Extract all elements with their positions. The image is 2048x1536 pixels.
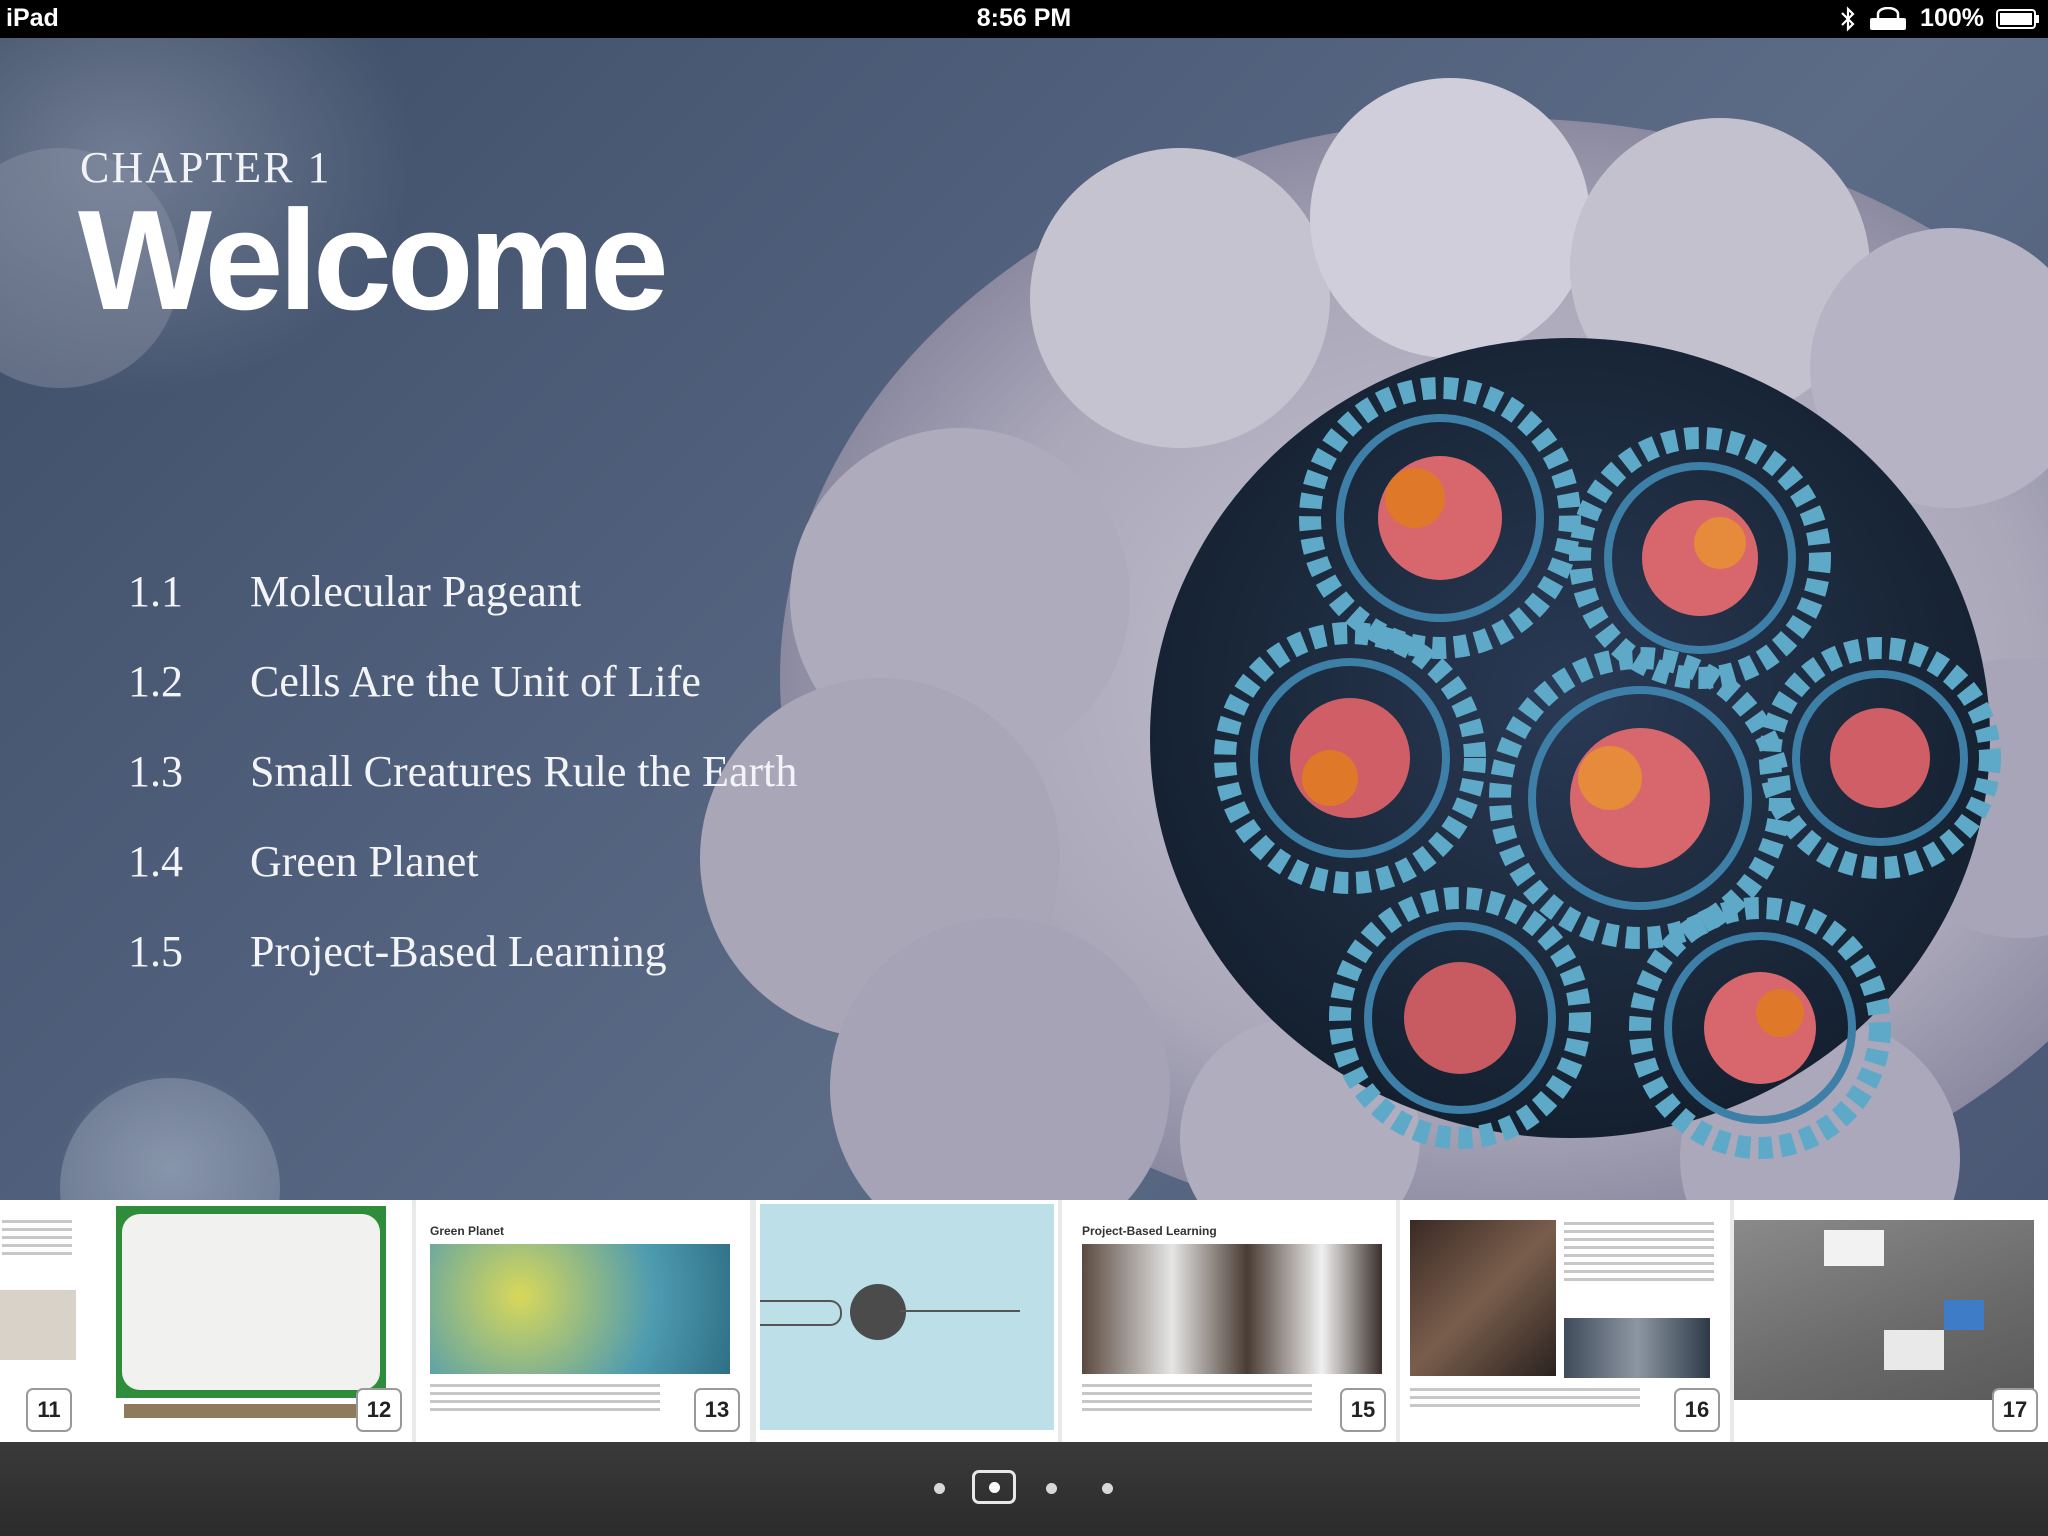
toc-title: Project-Based Learning — [250, 926, 667, 976]
thumbnail-page-11[interactable]: 11 — [0, 1200, 82, 1442]
toc-number: 1.4 — [128, 836, 183, 886]
thumbnail-page-17[interactable]: 17 — [1734, 1200, 2048, 1442]
status-time: 8:56 PM — [976, 4, 1072, 32]
thumbnail-page-16[interactable]: 16 — [1400, 1200, 1730, 1442]
toc-number: 1.5 — [128, 926, 183, 976]
thumbnail-image — [1734, 1220, 2034, 1400]
toc-title: Cells Are the Unit of Life — [250, 656, 701, 706]
thumbnail-heading: Green Planet — [430, 1224, 505, 1238]
page-number-badge: 15 — [1340, 1388, 1386, 1432]
thumbnail-image — [430, 1244, 730, 1374]
chapter-hero: CHAPTER 1 Welcome 1.1 Molecular Pageant … — [0, 38, 2048, 1200]
battery-icon — [1996, 8, 2040, 30]
toc-item-1-5[interactable]: 1.5 Project-Based Learning — [128, 906, 797, 996]
thumbnail-page-14[interactable] — [756, 1200, 1058, 1442]
thumbnail-image — [760, 1204, 1054, 1430]
page-dot-4[interactable] — [1102, 1483, 1113, 1494]
chapter-title: Welcome — [78, 181, 669, 340]
page-dot-1[interactable] — [934, 1483, 945, 1494]
toc-number: 1.2 — [128, 656, 183, 706]
thumbnail-page-15[interactable]: Project-Based Learning 15 — [1062, 1200, 1396, 1442]
toc-title: Molecular Pageant — [250, 566, 582, 616]
page-number-badge: 16 — [1674, 1388, 1720, 1432]
toc-title: Small Creatures Rule the Earth — [250, 746, 798, 796]
page-number-badge: 17 — [1992, 1388, 2038, 1432]
page-number-badge: 11 — [26, 1388, 72, 1432]
toc-item-1-3[interactable]: 1.3 Small Creatures Rule the Earth — [128, 726, 797, 816]
toc-number: 1.3 — [128, 746, 183, 796]
table-of-contents: 1.1 Molecular Pageant 1.2 Cells Are the … — [128, 546, 797, 996]
page-number-badge: 12 — [356, 1388, 402, 1432]
thumbnail-image — [0, 1290, 76, 1360]
page-dot-3[interactable] — [1046, 1483, 1057, 1494]
thumbnail-image — [1564, 1318, 1710, 1378]
toc-item-1-4[interactable]: 1.4 Green Planet — [128, 816, 797, 906]
page-number-badge: 13 — [694, 1388, 740, 1432]
thumbnail-image — [116, 1206, 386, 1398]
thumbnail-page-13[interactable]: Green Planet 13 — [416, 1200, 750, 1442]
page-thumbnail-strip[interactable]: 11 12 Green Planet 13 Project-Based Lear… — [0, 1200, 2048, 1442]
thumbnail-image — [1410, 1220, 1556, 1376]
thumbnail-image — [1082, 1244, 1382, 1374]
battery-percent: 100% — [1920, 4, 1984, 32]
bluetooth-icon — [1840, 5, 1856, 32]
page-control-bar — [0, 1442, 2048, 1536]
page-dot-2-current[interactable] — [972, 1470, 1016, 1504]
status-bar: iPad 8:56 PM 100% — [0, 0, 2048, 38]
toc-title: Green Planet — [250, 836, 479, 886]
thumbnail-heading: Project-Based Learning — [1082, 1224, 1217, 1238]
toc-number: 1.1 — [128, 566, 183, 616]
toc-item-1-1[interactable]: 1.1 Molecular Pageant — [128, 546, 797, 636]
rotation-lock-icon — [1868, 6, 1908, 31]
thumbnail-page-12[interactable]: 12 — [82, 1200, 412, 1442]
toc-item-1-2[interactable]: 1.2 Cells Are the Unit of Life — [128, 636, 797, 726]
